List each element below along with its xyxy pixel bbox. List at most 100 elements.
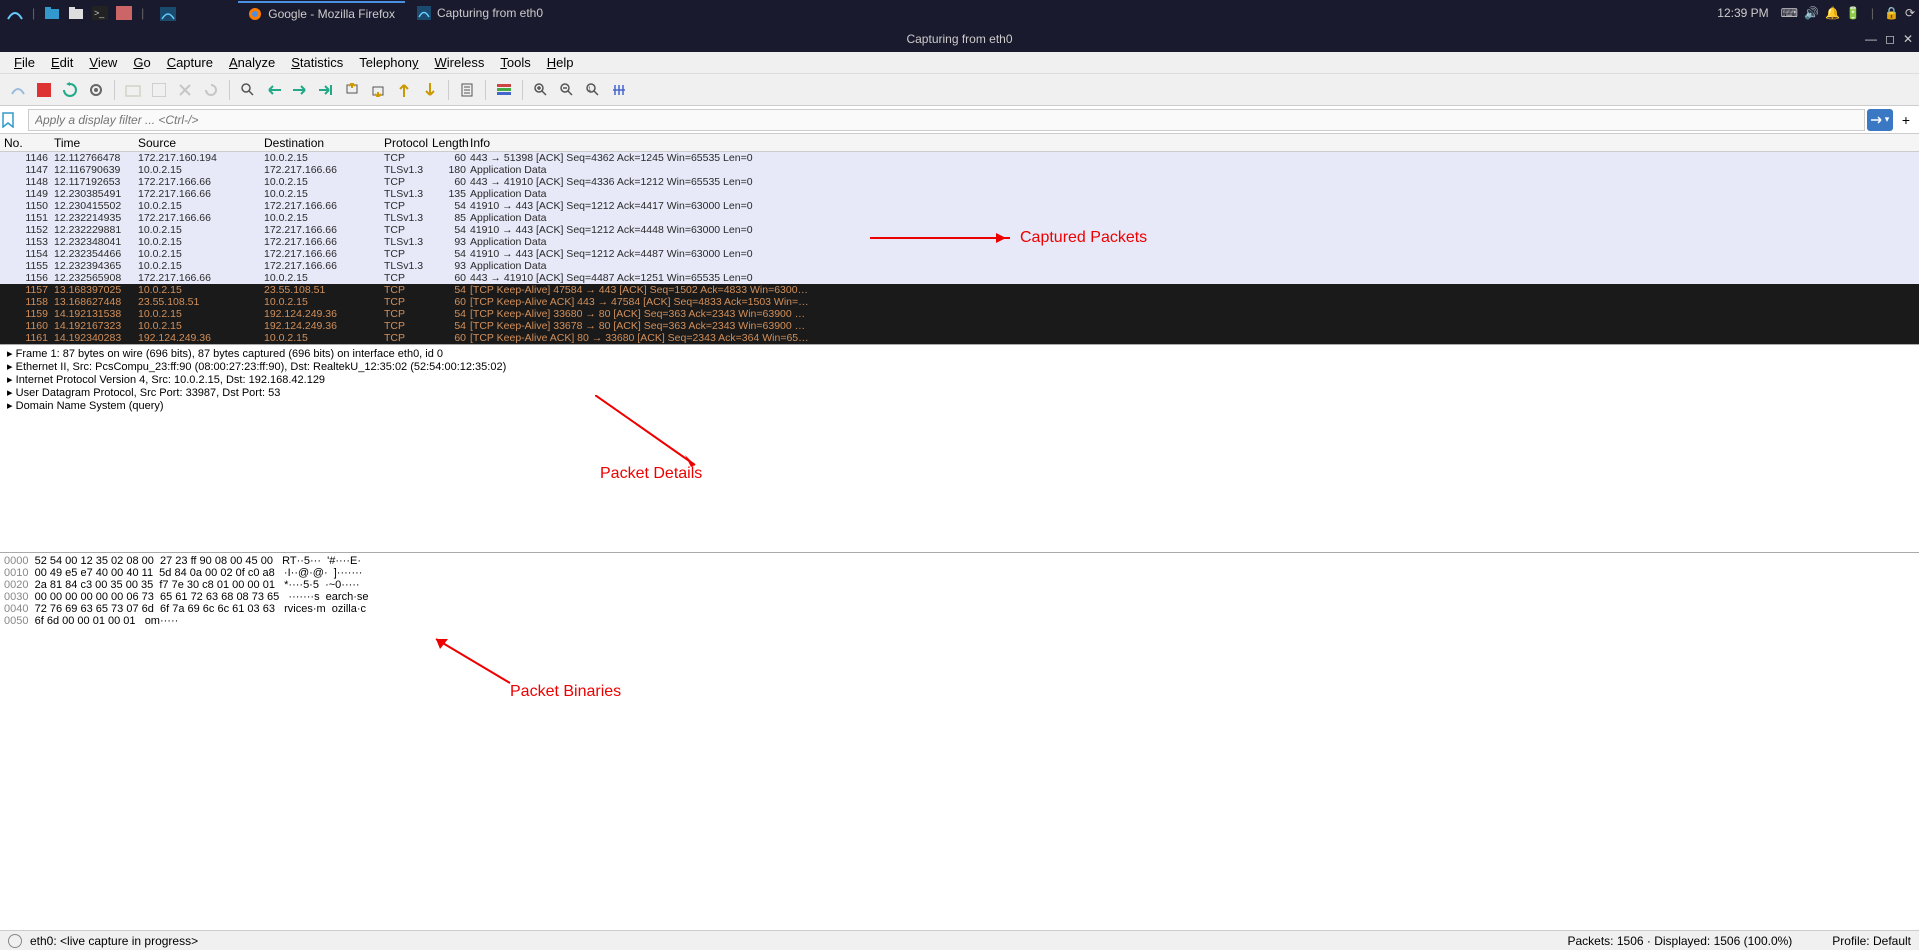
status-profile[interactable]: Profile: Default <box>1832 934 1911 948</box>
next-packet-button[interactable] <box>418 78 442 102</box>
hex-row[interactable]: 0040 72 76 69 63 65 73 07 6d 6f 7a 69 6c… <box>4 603 1915 615</box>
packet-details-pane[interactable]: ▸ Frame 1: 87 bytes on wire (696 bits), … <box>0 344 1919 552</box>
resize-columns-button[interactable] <box>607 78 631 102</box>
app-menu-icon[interactable] <box>4 3 26 23</box>
menu-view[interactable]: View <box>83 53 123 72</box>
menu-wireless[interactable]: Wireless <box>429 53 491 72</box>
notification-icon[interactable]: 🔔 <box>1825 6 1840 20</box>
go-back-button[interactable] <box>262 78 286 102</box>
taskbar-app-wireshark[interactable]: Capturing from eth0 <box>407 1 553 25</box>
files-icon[interactable] <box>41 3 63 23</box>
keyboard-icon[interactable]: ⌨ <box>1781 6 1798 20</box>
packet-row[interactable]: 116014.19216732310.0.2.15192.124.249.36T… <box>0 320 1919 332</box>
packet-row[interactable]: 114812.117192653172.217.166.6610.0.2.15T… <box>0 176 1919 188</box>
auto-scroll-button[interactable] <box>455 78 479 102</box>
window-titlebar: Capturing from eth0 — ◻ ✕ <box>0 26 1919 52</box>
hex-row[interactable]: 0050 6f 6d 00 00 01 00 01 om····· <box>4 615 1915 627</box>
detail-tree-item[interactable]: ▸ User Datagram Protocol, Src Port: 3398… <box>4 386 1915 399</box>
packet-row[interactable]: 115412.23235446610.0.2.15172.217.166.66T… <box>0 248 1919 260</box>
stop-capture-button[interactable] <box>32 78 56 102</box>
arrow-icon <box>430 633 520 693</box>
colorize-button[interactable] <box>492 78 516 102</box>
close-file-button[interactable] <box>173 78 197 102</box>
last-packet-button[interactable] <box>366 78 390 102</box>
packet-row[interactable]: 115612.232565908172.217.166.6610.0.2.15T… <box>0 272 1919 284</box>
capture-options-button[interactable] <box>84 78 108 102</box>
packet-list-pane[interactable]: No. Time Source Destination Protocol Len… <box>0 134 1919 344</box>
expert-info-icon[interactable] <box>8 934 22 948</box>
menu-analyze[interactable]: Analyze <box>223 53 281 72</box>
packet-row[interactable]: 115713.16839702510.0.2.1523.55.108.51TCP… <box>0 284 1919 296</box>
detail-tree-item[interactable]: ▸ Internet Protocol Version 4, Src: 10.0… <box>4 373 1915 386</box>
menu-tools[interactable]: Tools <box>494 53 536 72</box>
packet-row[interactable]: 114612.112766478172.217.160.19410.0.2.15… <box>0 152 1919 164</box>
detail-tree-item[interactable]: ▸ Ethernet II, Src: PcsCompu_23:ff:90 (0… <box>4 360 1915 373</box>
filter-expression-button[interactable]: ▾ <box>1867 109 1893 131</box>
packet-row[interactable]: 115112.232214935172.217.166.6610.0.2.15T… <box>0 212 1919 224</box>
hex-row[interactable]: 0000 52 54 00 12 35 02 08 00 27 23 ff 90… <box>4 555 1915 567</box>
restart-capture-button[interactable] <box>58 78 82 102</box>
start-capture-button[interactable] <box>6 78 30 102</box>
hex-row[interactable]: 0020 2a 81 84 c3 00 35 00 35 f7 7e 30 c8… <box>4 579 1915 591</box>
prev-packet-button[interactable] <box>392 78 416 102</box>
menu-telephony[interactable]: Telephony <box>353 53 424 72</box>
packet-row[interactable]: 114712.11679063910.0.2.15172.217.166.66T… <box>0 164 1919 176</box>
hex-row[interactable]: 0010 00 49 e5 e7 40 00 40 11 5d 84 0a 00… <box>4 567 1915 579</box>
go-to-packet-button[interactable] <box>314 78 338 102</box>
close-icon[interactable]: ✕ <box>1903 32 1913 46</box>
hex-row[interactable]: 0030 00 00 00 00 00 00 06 73 65 61 72 63… <box>4 591 1915 603</box>
taskbar-app-firefox-label: Google - Mozilla Firefox <box>268 7 395 21</box>
col-header-no[interactable]: No. <box>0 136 54 150</box>
first-packet-button[interactable] <box>340 78 364 102</box>
packet-bytes-pane[interactable]: 0000 52 54 00 12 35 02 08 00 27 23 ff 90… <box>0 552 1919 784</box>
filter-bookmark-button[interactable] <box>2 112 26 128</box>
reload-button[interactable] <box>199 78 223 102</box>
packet-row[interactable]: 115813.16862744823.55.108.5110.0.2.15TCP… <box>0 296 1919 308</box>
col-header-source[interactable]: Source <box>138 136 264 150</box>
battery-icon[interactable]: 🔋 <box>1846 6 1861 20</box>
packet-row[interactable]: 115512.23239436510.0.2.15172.217.166.66T… <box>0 260 1919 272</box>
packet-list-header: No. Time Source Destination Protocol Len… <box>0 134 1919 152</box>
annotation-packet-binaries: Packet Binaries <box>510 683 621 701</box>
power-icon[interactable]: ⟳ <box>1905 6 1915 20</box>
col-header-destination[interactable]: Destination <box>264 136 384 150</box>
status-left: eth0: <live capture in progress> <box>30 934 198 948</box>
filter-add-button[interactable]: + <box>1895 112 1917 128</box>
col-header-length[interactable]: Length <box>432 136 470 150</box>
volume-icon[interactable]: 🔊 <box>1804 6 1819 20</box>
open-file-button[interactable] <box>121 78 145 102</box>
zoom-in-button[interactable] <box>529 78 553 102</box>
menu-go[interactable]: Go <box>127 53 156 72</box>
go-forward-button[interactable] <box>288 78 312 102</box>
col-header-protocol[interactable]: Protocol <box>384 136 432 150</box>
status-packets: Packets: 1506 · Displayed: 1506 (100.0%) <box>1568 934 1793 948</box>
wireshark-icon <box>160 7 176 21</box>
find-packet-button[interactable] <box>236 78 260 102</box>
menu-capture[interactable]: Capture <box>161 53 219 72</box>
detail-tree-item[interactable]: ▸ Domain Name System (query) <box>4 399 1915 412</box>
menu-statistics[interactable]: Statistics <box>285 53 349 72</box>
save-file-button[interactable] <box>147 78 171 102</box>
zoom-reset-button[interactable]: 1 <box>581 78 605 102</box>
menu-edit[interactable]: Edit <box>45 53 79 72</box>
packet-row[interactable]: 115012.23041550210.0.2.15172.217.166.66T… <box>0 200 1919 212</box>
taskbar-app-firefox[interactable]: Google - Mozilla Firefox <box>238 1 405 25</box>
display-filter-input[interactable] <box>28 109 1865 131</box>
menu-help[interactable]: Help <box>541 53 580 72</box>
editor-icon[interactable] <box>113 3 135 23</box>
menu-file[interactable]: File <box>8 53 41 72</box>
zoom-out-button[interactable] <box>555 78 579 102</box>
lock-icon[interactable]: 🔒 <box>1884 6 1899 20</box>
taskbar-app-wireshark-label: Capturing from eth0 <box>437 6 543 20</box>
terminal-icon[interactable]: >_ <box>89 3 111 23</box>
minimize-icon[interactable]: — <box>1865 32 1877 46</box>
taskbar-app-wireshark-mini[interactable] <box>150 1 186 25</box>
detail-tree-item[interactable]: ▸ Frame 1: 87 bytes on wire (696 bits), … <box>4 347 1915 360</box>
packet-row[interactable]: 115914.19213153810.0.2.15192.124.249.36T… <box>0 308 1919 320</box>
col-header-time[interactable]: Time <box>54 136 138 150</box>
files2-icon[interactable] <box>65 3 87 23</box>
maximize-icon[interactable]: ◻ <box>1885 32 1895 46</box>
packet-row[interactable]: 114912.230385491172.217.166.6610.0.2.15T… <box>0 188 1919 200</box>
packet-row[interactable]: 116114.192340283192.124.249.3610.0.2.15T… <box>0 332 1919 344</box>
col-header-info[interactable]: Info <box>470 136 1919 150</box>
